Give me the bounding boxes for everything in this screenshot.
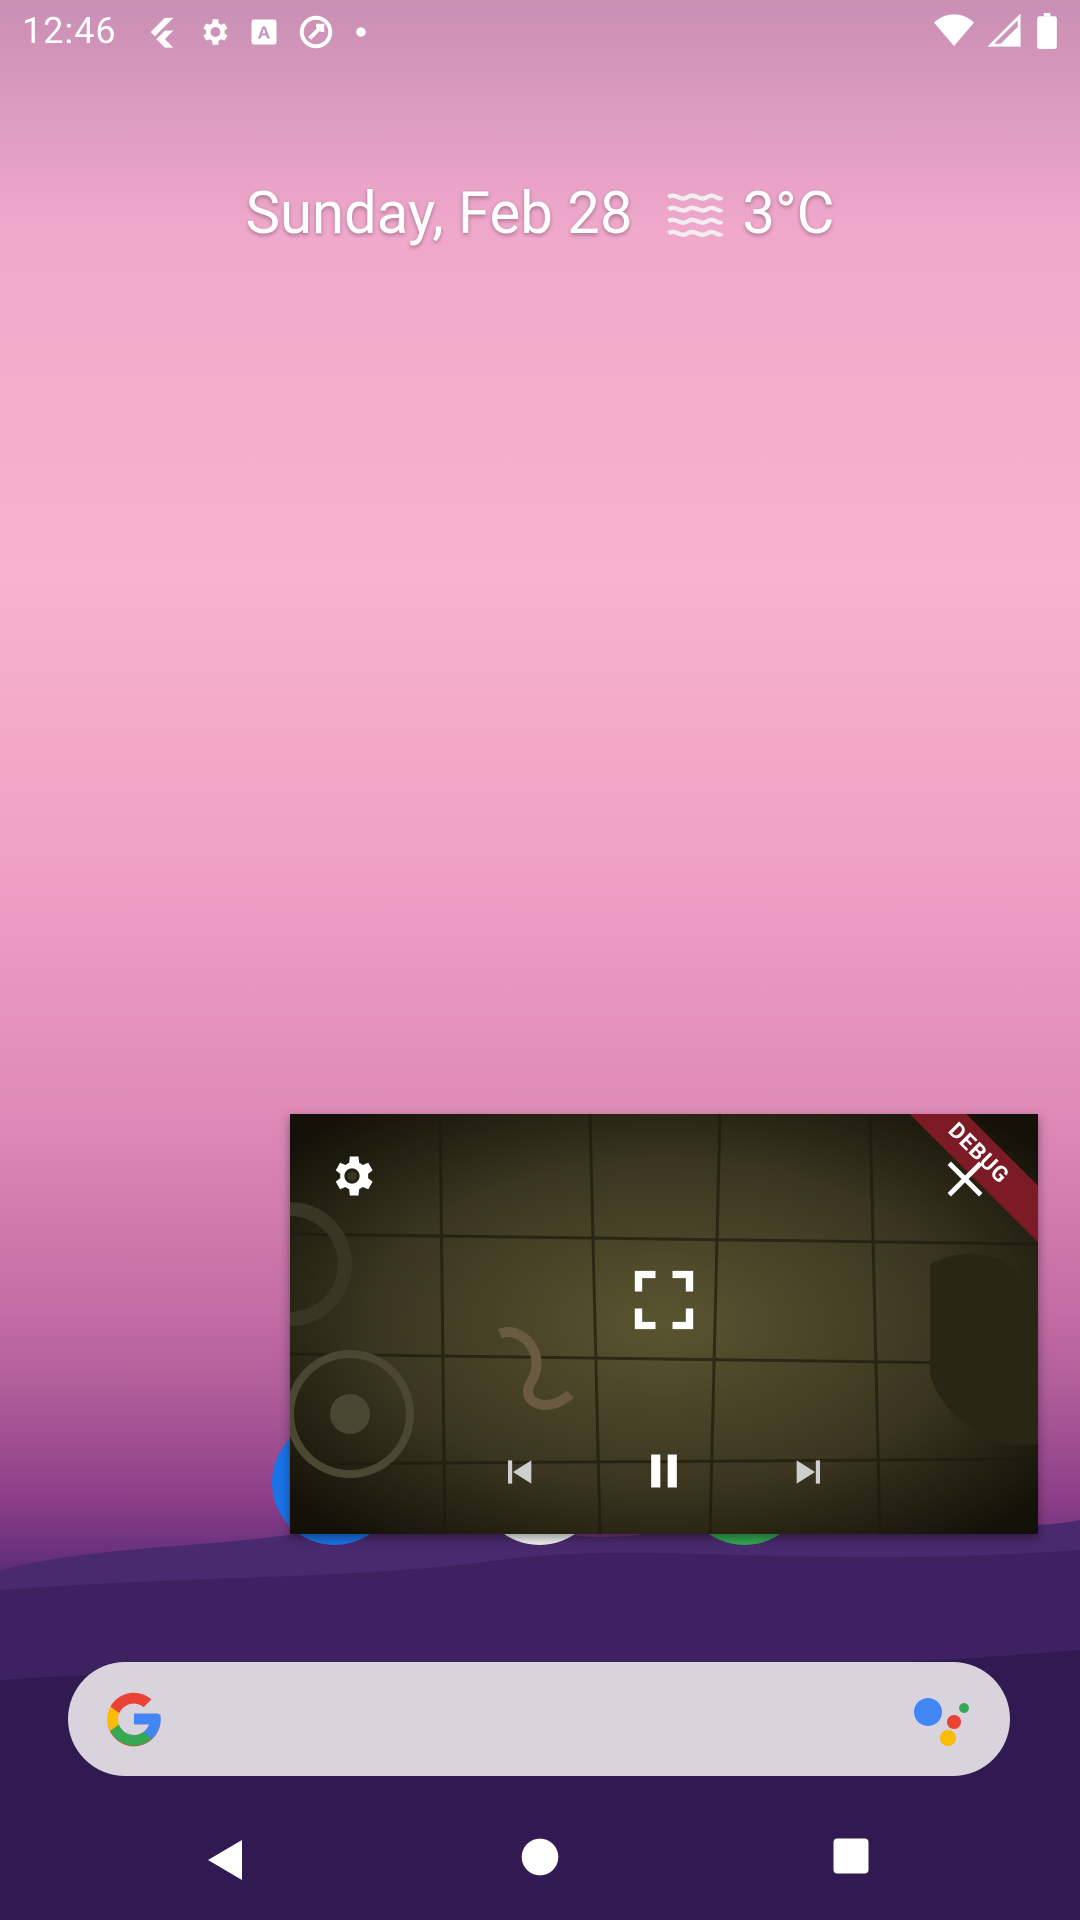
haze-icon	[667, 193, 724, 237]
signal-icon	[988, 14, 1021, 47]
date-label[interactable]: Sunday, Feb 28	[246, 180, 633, 248]
settings-icon	[203, 19, 228, 45]
skip-previous-icon[interactable]	[498, 1452, 538, 1492]
navigation-bar	[0, 1800, 1080, 1920]
fullscreen-icon[interactable]	[630, 1266, 698, 1334]
skip-next-icon[interactable]	[790, 1452, 830, 1492]
back-icon[interactable]	[202, 1835, 250, 1885]
wifi-icon	[934, 14, 974, 46]
status-time: 12:46	[22, 10, 117, 52]
svg-text:A: A	[258, 22, 271, 42]
notification-icons: A	[145, 13, 369, 51]
temperature-label: 3°C	[742, 180, 835, 248]
home-icon[interactable]	[518, 1835, 562, 1879]
font-a-icon: A	[251, 19, 277, 45]
assistant-icon[interactable]	[910, 1692, 970, 1748]
at-a-glance-widget[interactable]: Sunday, Feb 28 3°C	[0, 180, 1080, 248]
battery-icon	[1037, 13, 1057, 49]
flutter-icon	[150, 17, 174, 48]
app-circle-icon	[299, 15, 333, 49]
pause-icon[interactable]	[642, 1446, 686, 1496]
recents-icon[interactable]	[830, 1835, 872, 1877]
google-g-icon[interactable]	[102, 1687, 166, 1751]
weather[interactable]: 3°C	[666, 180, 834, 248]
pip-video-player[interactable]: DEBUG	[290, 1114, 1038, 1534]
google-search-bar[interactable]	[68, 1662, 1010, 1776]
settings-icon[interactable]	[326, 1150, 378, 1202]
status-bar: 12:46 A	[0, 0, 1080, 63]
close-icon[interactable]	[944, 1158, 986, 1200]
dot-icon	[356, 27, 366, 37]
system-icons	[934, 13, 1058, 49]
